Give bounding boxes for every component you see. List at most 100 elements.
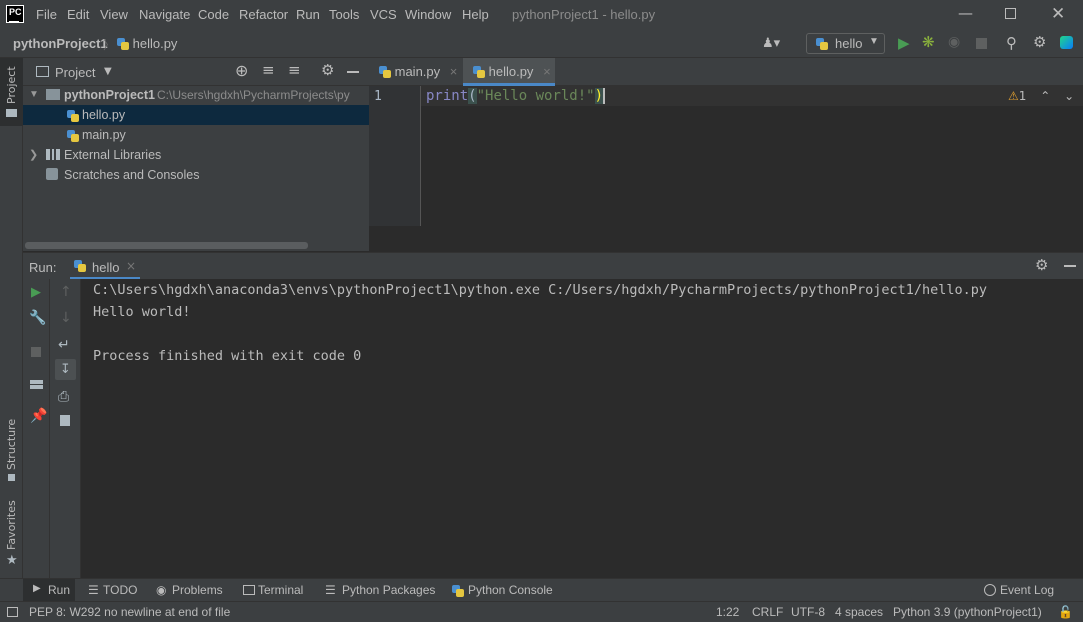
tree-file-main[interactable]: main.py: [23, 125, 369, 145]
lock-icon[interactable]: 🔓: [1058, 605, 1073, 619]
run-configuration-label: hello: [835, 36, 863, 51]
status-message[interactable]: PEP 8: W292 no newline at end of file: [29, 605, 230, 619]
tree-scratches[interactable]: Scratches and Consoles: [23, 165, 369, 185]
locate-icon[interactable]: ⊕: [235, 61, 248, 80]
code-editor[interactable]: [421, 86, 1083, 226]
code-line[interactable]: print("Hello world!"): [426, 88, 606, 104]
chevron-down-icon: ▼: [869, 36, 879, 47]
python-interpreter[interactable]: Python 3.9 (pythonProject1): [893, 605, 1042, 619]
menu-tools[interactable]: Tools: [329, 7, 359, 22]
structure-tool-button[interactable]: Structure: [0, 418, 23, 486]
menu-vcs[interactable]: VCS: [370, 7, 397, 22]
tool-tab-label: Problems: [172, 583, 223, 597]
expand-arrow-icon[interactable]: ❯: [29, 145, 38, 165]
line-separator[interactable]: CRLF: [752, 605, 783, 619]
menu-refactor[interactable]: Refactor: [239, 7, 288, 22]
search-icon[interactable]: ⚲: [1006, 34, 1017, 52]
tab-main-py[interactable]: main.py ×: [369, 58, 461, 86]
close-tab-icon[interactable]: ×: [450, 64, 458, 79]
file-encoding[interactable]: UTF-8: [791, 605, 825, 619]
tool-tab-label: Python Packages: [342, 583, 436, 597]
project-tool-button[interactable]: Project: [0, 58, 23, 126]
close-icon[interactable]: ✕: [1051, 4, 1065, 24]
breadcrumb-file[interactable]: hello.py: [117, 36, 177, 51]
stop-icon[interactable]: [31, 347, 41, 357]
window-title: pythonProject1 - hello.py: [512, 7, 656, 22]
tree-external-libraries[interactable]: ❯ External Libraries: [23, 145, 369, 165]
tool-windows-icon[interactable]: [7, 607, 18, 617]
stop-icon[interactable]: [976, 38, 987, 49]
breadcrumb-project[interactable]: pythonProject1: [13, 36, 108, 51]
menu-view[interactable]: View: [100, 7, 128, 22]
menu-file[interactable]: File: [36, 7, 57, 22]
tool-tab-event-log[interactable]: Event Log: [982, 579, 1057, 601]
event-log-icon: [984, 584, 996, 596]
project-view-selector[interactable]: Project: [55, 65, 95, 80]
down-arrow-icon[interactable]: ↓: [60, 310, 72, 326]
pin-icon[interactable]: 📌: [30, 408, 47, 424]
tool-tab-terminal[interactable]: Terminal: [240, 579, 310, 601]
problems-icon: ◉: [156, 583, 167, 597]
run-tab-hello[interactable]: hello ×: [70, 253, 140, 280]
maximize-icon[interactable]: [1005, 8, 1016, 19]
menu-code[interactable]: Code: [198, 7, 229, 22]
coverage-icon[interactable]: ◉: [948, 34, 960, 50]
wrench-icon[interactable]: 🔧: [29, 310, 46, 326]
run-console[interactable]: C:\Users\hgdxh\anaconda3\envs\pythonProj…: [81, 279, 1083, 578]
jetbrains-toolbox-icon[interactable]: [1060, 36, 1073, 49]
indent-setting[interactable]: 4 spaces: [835, 605, 883, 619]
layout-icon[interactable]: [30, 380, 43, 389]
rerun-icon[interactable]: ▶: [31, 285, 41, 300]
inspection-widget[interactable]: ⚠1 ⌃ ⌄: [1008, 89, 1074, 103]
soft-wrap-icon[interactable]: ↵: [58, 337, 70, 353]
settings-gear-icon[interactable]: ⚙: [1033, 33, 1046, 51]
settings-gear-icon[interactable]: ⚙: [321, 61, 334, 79]
menu-edit[interactable]: Edit: [67, 7, 89, 22]
tool-tab-problems[interactable]: ◉ Problems: [153, 579, 233, 601]
run-configuration-selector[interactable]: hello ▼: [806, 33, 885, 54]
code-builtin: print: [426, 88, 469, 104]
run-icon[interactable]: ▶: [898, 34, 910, 52]
tree-file-hello[interactable]: hello.py: [23, 105, 369, 125]
horizontal-scrollbar[interactable]: [25, 242, 308, 249]
tool-tab-todo[interactable]: ☰ TODO: [85, 579, 145, 601]
menu-run[interactable]: Run: [296, 7, 320, 22]
close-tab-icon[interactable]: ×: [126, 259, 136, 273]
list-icon: ☰: [88, 583, 99, 597]
left-tool-strip: Project Structure Favorites ★: [0, 58, 23, 578]
debug-icon[interactable]: ❋: [922, 33, 935, 51]
hide-panel-icon[interactable]: [1064, 265, 1076, 267]
close-tab-icon[interactable]: ×: [543, 64, 551, 79]
settings-gear-icon[interactable]: ⚙: [1035, 256, 1048, 274]
tool-tab-python-packages[interactable]: ☰ Python Packages: [323, 579, 436, 601]
scroll-to-end-icon[interactable]: ↧: [55, 359, 76, 380]
minimize-icon[interactable]: —: [958, 4, 973, 22]
print-icon[interactable]: ⎙: [58, 389, 69, 405]
menu-navigate[interactable]: Navigate: [139, 7, 190, 22]
tool-tab-run[interactable]: ▶ Run: [23, 579, 75, 601]
trash-icon[interactable]: [60, 415, 70, 426]
favorites-tool-button[interactable]: Favorites ★: [0, 498, 23, 568]
next-highlight-icon[interactable]: ⌄: [1064, 89, 1074, 103]
hide-panel-icon[interactable]: [347, 71, 359, 73]
previous-highlight-icon[interactable]: ⌃: [1040, 89, 1050, 103]
expand-all-icon[interactable]: ≡: [262, 61, 275, 79]
caret-position[interactable]: 1:22: [716, 605, 739, 619]
chevron-down-icon[interactable]: ▼: [104, 66, 112, 77]
tree-root-project[interactable]: ▼ pythonProject1 C:\Users\hgdxh\PycharmP…: [23, 85, 369, 105]
up-arrow-icon[interactable]: ↑: [60, 284, 72, 300]
menu-help[interactable]: Help: [462, 7, 489, 22]
tab-hello-py[interactable]: hello.py ×: [463, 58, 555, 86]
layers-icon: ☰: [325, 583, 336, 597]
breadcrumb-file-label: hello.py: [132, 36, 178, 51]
expand-arrow-icon[interactable]: ▼: [29, 85, 39, 105]
menu-window[interactable]: Window: [405, 7, 451, 22]
scratches-icon: [46, 168, 58, 180]
tool-tab-python-console[interactable]: Python Console: [450, 579, 555, 601]
python-file-icon: [117, 38, 129, 50]
console-line-exit: Process finished with exit code 0: [93, 348, 362, 364]
console-line-output: Hello world!: [93, 304, 191, 320]
run-toolbar-primary: ▶ 🔧 📌: [23, 279, 50, 578]
collapse-all-icon[interactable]: ≡: [288, 61, 301, 79]
user-icon[interactable]: ♟▾: [762, 36, 780, 51]
